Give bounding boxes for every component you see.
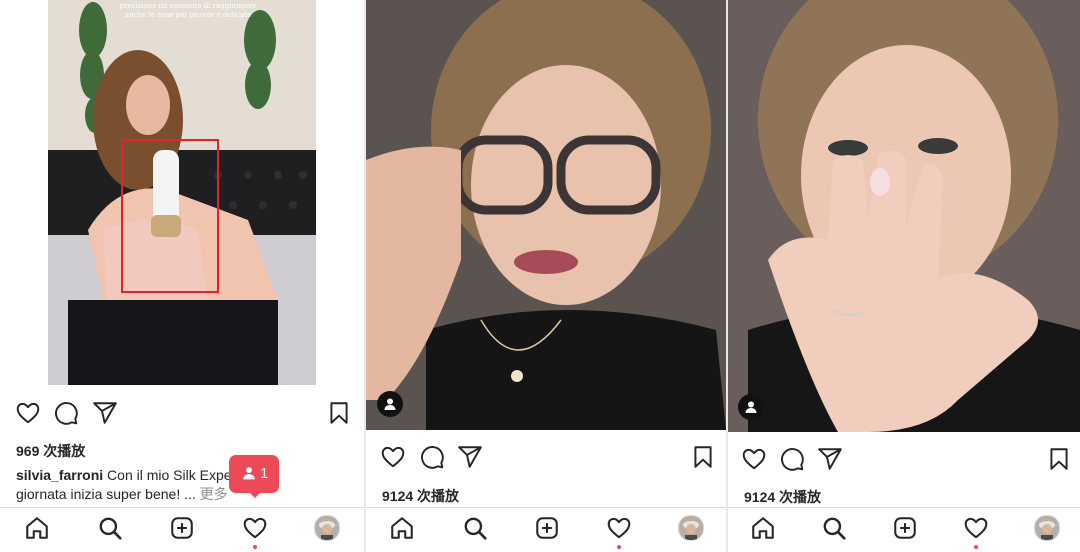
add-icon[interactable] [892,515,918,541]
notification-badge[interactable]: 1 [229,455,279,493]
bottom-nav [728,507,1080,552]
comment-icon[interactable] [419,444,445,470]
post-panel-1: precisione mi consente di raggiungere an… [0,0,364,552]
comment-icon[interactable] [779,446,805,472]
bookmark-icon[interactable] [1046,446,1072,472]
notification-badge-tail [248,491,262,498]
send-icon[interactable] [457,444,483,470]
tagged-user-icon[interactable] [377,391,403,417]
home-icon[interactable] [750,515,776,541]
video-thumbnail[interactable] [366,0,726,430]
heart-icon[interactable] [380,444,406,470]
video-frame-image [728,0,1080,432]
activity-heart-icon[interactable] [242,515,268,549]
post-actions [728,440,1080,480]
profile-avatar[interactable] [678,515,704,541]
video-frame-image [366,0,726,430]
video-thumbnail[interactable]: precisione mi consente di raggiungere an… [48,0,316,385]
activity-dot [617,545,621,549]
add-icon[interactable] [169,515,195,541]
heart-icon[interactable] [741,446,767,472]
profile-avatar[interactable] [1034,515,1060,541]
send-icon[interactable] [92,400,118,426]
add-icon[interactable] [534,515,560,541]
bookmark-icon[interactable] [326,400,352,426]
activity-heart-icon[interactable] [606,515,632,549]
tagged-user-icon[interactable] [738,394,764,420]
view-count[interactable]: 9124 次播放 [382,486,459,506]
activity-heart-icon[interactable] [963,515,989,549]
search-icon[interactable] [462,515,488,541]
video-overlay-text: precisione mi consente di raggiungere an… [119,2,257,19]
bookmark-icon[interactable] [690,444,716,470]
home-icon[interactable] [389,515,415,541]
post-panel-2: 9124 次播放 [366,0,726,552]
video-thumbnail[interactable] [728,0,1080,432]
view-count[interactable]: 9124 次播放 [744,487,821,507]
comment-icon[interactable] [53,400,79,426]
video-frame-image [48,0,316,385]
view-count[interactable]: 969 次播放 [16,441,85,461]
user-icon [243,467,255,480]
send-icon[interactable] [817,446,843,472]
heart-icon[interactable] [15,400,41,426]
search-icon[interactable] [97,515,123,541]
home-icon[interactable] [24,515,50,541]
notification-count: 1 [260,465,269,482]
post-panel-3: 9124 次播放 [728,0,1080,552]
search-icon[interactable] [821,515,847,541]
activity-dot [974,545,978,549]
user-icon [745,401,757,413]
activity-dot [253,545,257,549]
post-actions [366,438,726,478]
bottom-nav [366,507,726,552]
bottom-nav [0,507,364,552]
post-actions [0,394,364,434]
caption-username[interactable]: silvia_farroni [16,467,103,483]
user-icon [384,398,396,410]
caption-more-link[interactable]: 更多 [200,486,228,502]
profile-avatar[interactable] [314,515,340,541]
